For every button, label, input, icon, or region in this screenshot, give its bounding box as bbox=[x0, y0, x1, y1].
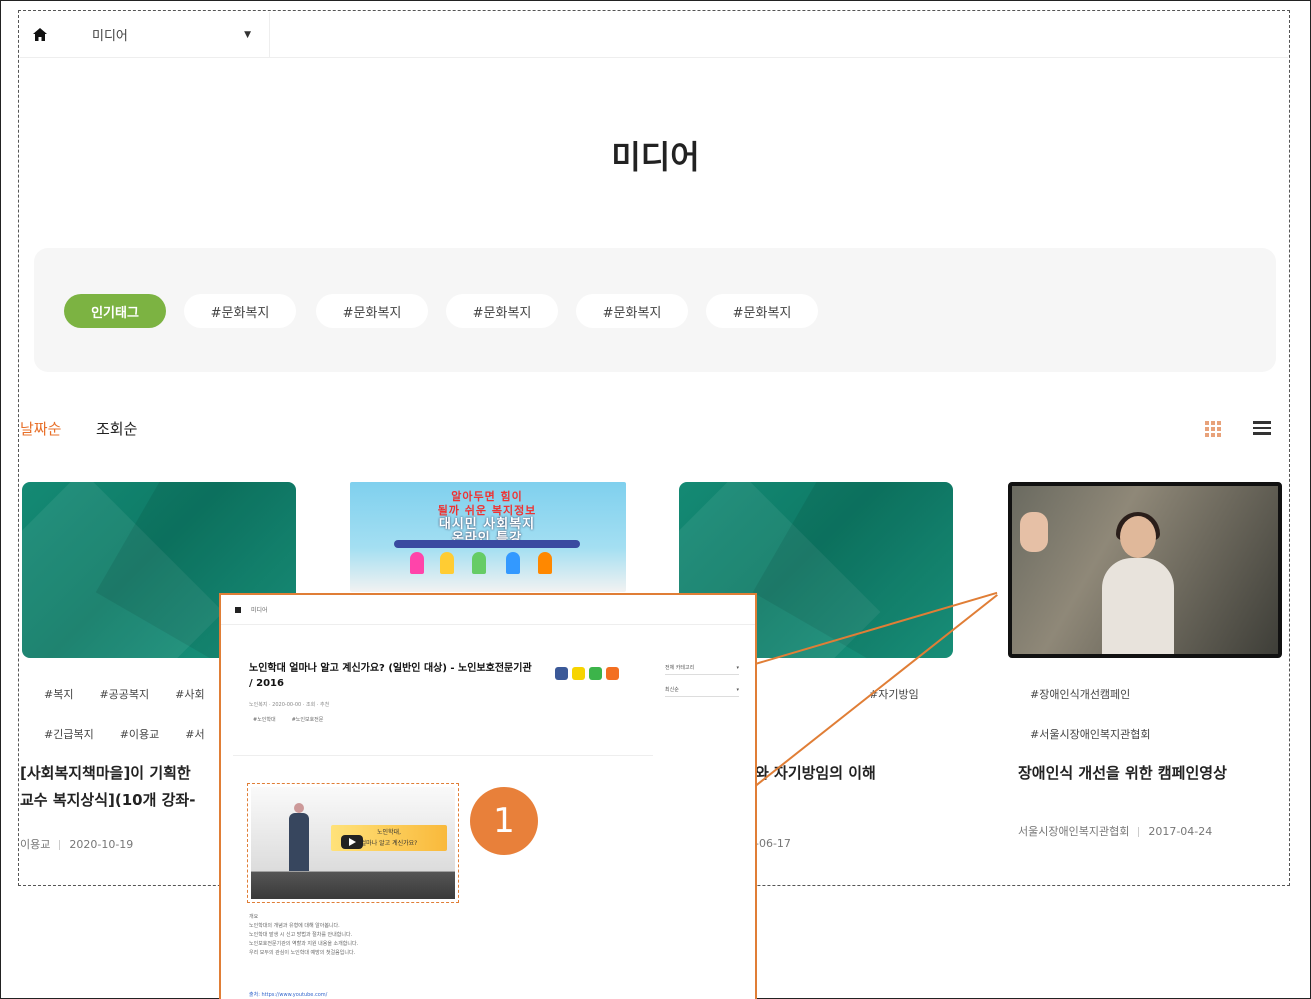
tag-chip[interactable]: #문화복지 bbox=[706, 294, 818, 328]
card-tag[interactable]: #사회 bbox=[175, 686, 204, 702]
card-tag[interactable]: #서울시장애인복지관협회 bbox=[1030, 726, 1151, 742]
list-view-icon[interactable] bbox=[1253, 419, 1271, 437]
zoom-post-meta: 노인복지 · 2020-00-00 · 조회 · 추천 bbox=[249, 702, 330, 708]
card-tag[interactable]: #긴급복지 bbox=[44, 726, 94, 742]
zoom-tag[interactable]: #노인학대 bbox=[253, 716, 276, 723]
card-thumbnail[interactable] bbox=[1008, 482, 1282, 658]
video-person bbox=[1098, 512, 1178, 654]
zoom-description: 개요 노인학대의 개념과 유형에 대해 알아봅니다. 노인학대 발생 시 신고 … bbox=[249, 914, 359, 956]
sort-by-views[interactable]: 조회순 bbox=[96, 418, 137, 439]
card-thumbnail[interactable]: 알아두면 힘이 될까 쉬운 복지정보 대시민 사회복지 온라인 특강 bbox=[350, 482, 626, 592]
card-title[interactable]: 장애인식 개선을 위한 캠페인영상 bbox=[1008, 760, 1282, 787]
card-tag[interactable]: #이용교 bbox=[120, 726, 160, 742]
grid-view-icon[interactable] bbox=[1203, 419, 1221, 437]
category-dropdown[interactable]: 미디어 ▼ bbox=[60, 11, 270, 58]
zoom-source-link[interactable]: 출처: https://www.youtube.com/ bbox=[249, 991, 327, 998]
card-author: 이용교 bbox=[20, 838, 51, 851]
embedded-video[interactable]: 노인학대, 얼마나 알고 계신가요? bbox=[251, 787, 455, 899]
facebook-icon[interactable] bbox=[555, 667, 568, 680]
media-card[interactable]: 알아두면 힘이 될까 쉬운 복지정보 대시민 사회복지 온라인 특강 bbox=[350, 482, 626, 592]
popular-tags-label: 인기태그 bbox=[64, 294, 166, 328]
tag-chip[interactable]: #문화복지 bbox=[446, 294, 558, 328]
message-icon[interactable] bbox=[589, 667, 602, 680]
caret-down-icon: ▼ bbox=[244, 29, 251, 40]
home-icon bbox=[33, 28, 47, 41]
tag-chip[interactable]: #문화복지 bbox=[576, 294, 688, 328]
sort-by-date[interactable]: 날짜순 bbox=[20, 418, 61, 439]
category-dropdown-label: 미디어 bbox=[92, 29, 128, 44]
zoom-select[interactable]: 최신순 ▾ bbox=[665, 683, 739, 697]
callout-badge: 1 bbox=[470, 787, 538, 855]
zoom-nav-label: 미디어 bbox=[251, 607, 268, 614]
card-author: 서울시장애인복지관협회 bbox=[1018, 825, 1130, 838]
poster-illustration bbox=[410, 550, 570, 574]
card-meta: 서울시장애인복지관협회 2017-04-24 bbox=[1008, 823, 1282, 839]
poster-title: 알아두면 힘이 될까 쉬운 복지정보 대시민 사회복지 온라인 특강 bbox=[380, 490, 594, 546]
card-tags: #장애인식개선캠페인 #서울시장애인복지관협회 bbox=[1008, 674, 1282, 754]
card-tag[interactable]: #공공복지 bbox=[99, 686, 149, 702]
media-card[interactable]: #장애인식개선캠페인 #서울시장애인복지관협회 장애인식 개선을 위한 캠페인영… bbox=[1008, 482, 1282, 839]
top-nav: 미디어 ▼ bbox=[20, 11, 1288, 58]
poster-line: 대시민 사회복지 bbox=[438, 517, 536, 532]
zoom-sidebar: 전체 카테고리 ▾ 최신순 ▾ bbox=[665, 661, 739, 705]
zoom-select[interactable]: 전체 카테고리 ▾ bbox=[665, 661, 739, 675]
zoom-post-title: 노인학대 얼마나 알고 계신가요? (일반인 대상) - 노인보호전문기관 / … bbox=[249, 663, 532, 689]
video-hand bbox=[1020, 512, 1048, 552]
zoom-tag[interactable]: #노인보호전문 bbox=[292, 716, 324, 723]
zoom-divider bbox=[233, 755, 653, 756]
kakaotalk-icon[interactable] bbox=[572, 667, 585, 680]
video-presenter bbox=[289, 803, 309, 873]
card-date: 2017-04-24 bbox=[1148, 825, 1213, 838]
home-icon bbox=[235, 606, 241, 613]
tag-chip[interactable]: #문화복지 bbox=[184, 294, 296, 328]
card-tag[interactable]: #복지 bbox=[44, 686, 73, 702]
popular-tags-bar: 인기태그 #문화복지 #문화복지 #문화복지 #문화복지 #문화복지 bbox=[34, 248, 1276, 372]
zoom-post-tags: #노인학대 #노인보호전문 bbox=[233, 716, 653, 723]
poster-band bbox=[394, 540, 580, 548]
share-buttons bbox=[555, 667, 619, 680]
poster-line: 될까 쉬운 복지정보 bbox=[437, 504, 537, 517]
tag-chip[interactable]: #문화복지 bbox=[316, 294, 428, 328]
zoom-video-highlight: 노인학대, 얼마나 알고 계신가요? bbox=[247, 783, 459, 903]
rss-icon[interactable] bbox=[606, 667, 619, 680]
poster-line: 알아두면 힘이 bbox=[451, 490, 523, 503]
page-title: 미디어 bbox=[611, 138, 700, 176]
card-tag[interactable]: #서 bbox=[185, 726, 204, 742]
card-date: 2020-10-19 bbox=[69, 838, 134, 851]
zoom-content: 노인학대 얼마나 알고 계신가요? (일반인 대상) - 노인보호전문기관 / … bbox=[233, 661, 653, 723]
home-button[interactable] bbox=[20, 12, 60, 58]
play-icon[interactable] bbox=[341, 835, 363, 849]
card-tag[interactable]: #장애인식개선캠페인 bbox=[1030, 686, 1130, 702]
zoom-topbar: 미디어 bbox=[221, 595, 755, 625]
